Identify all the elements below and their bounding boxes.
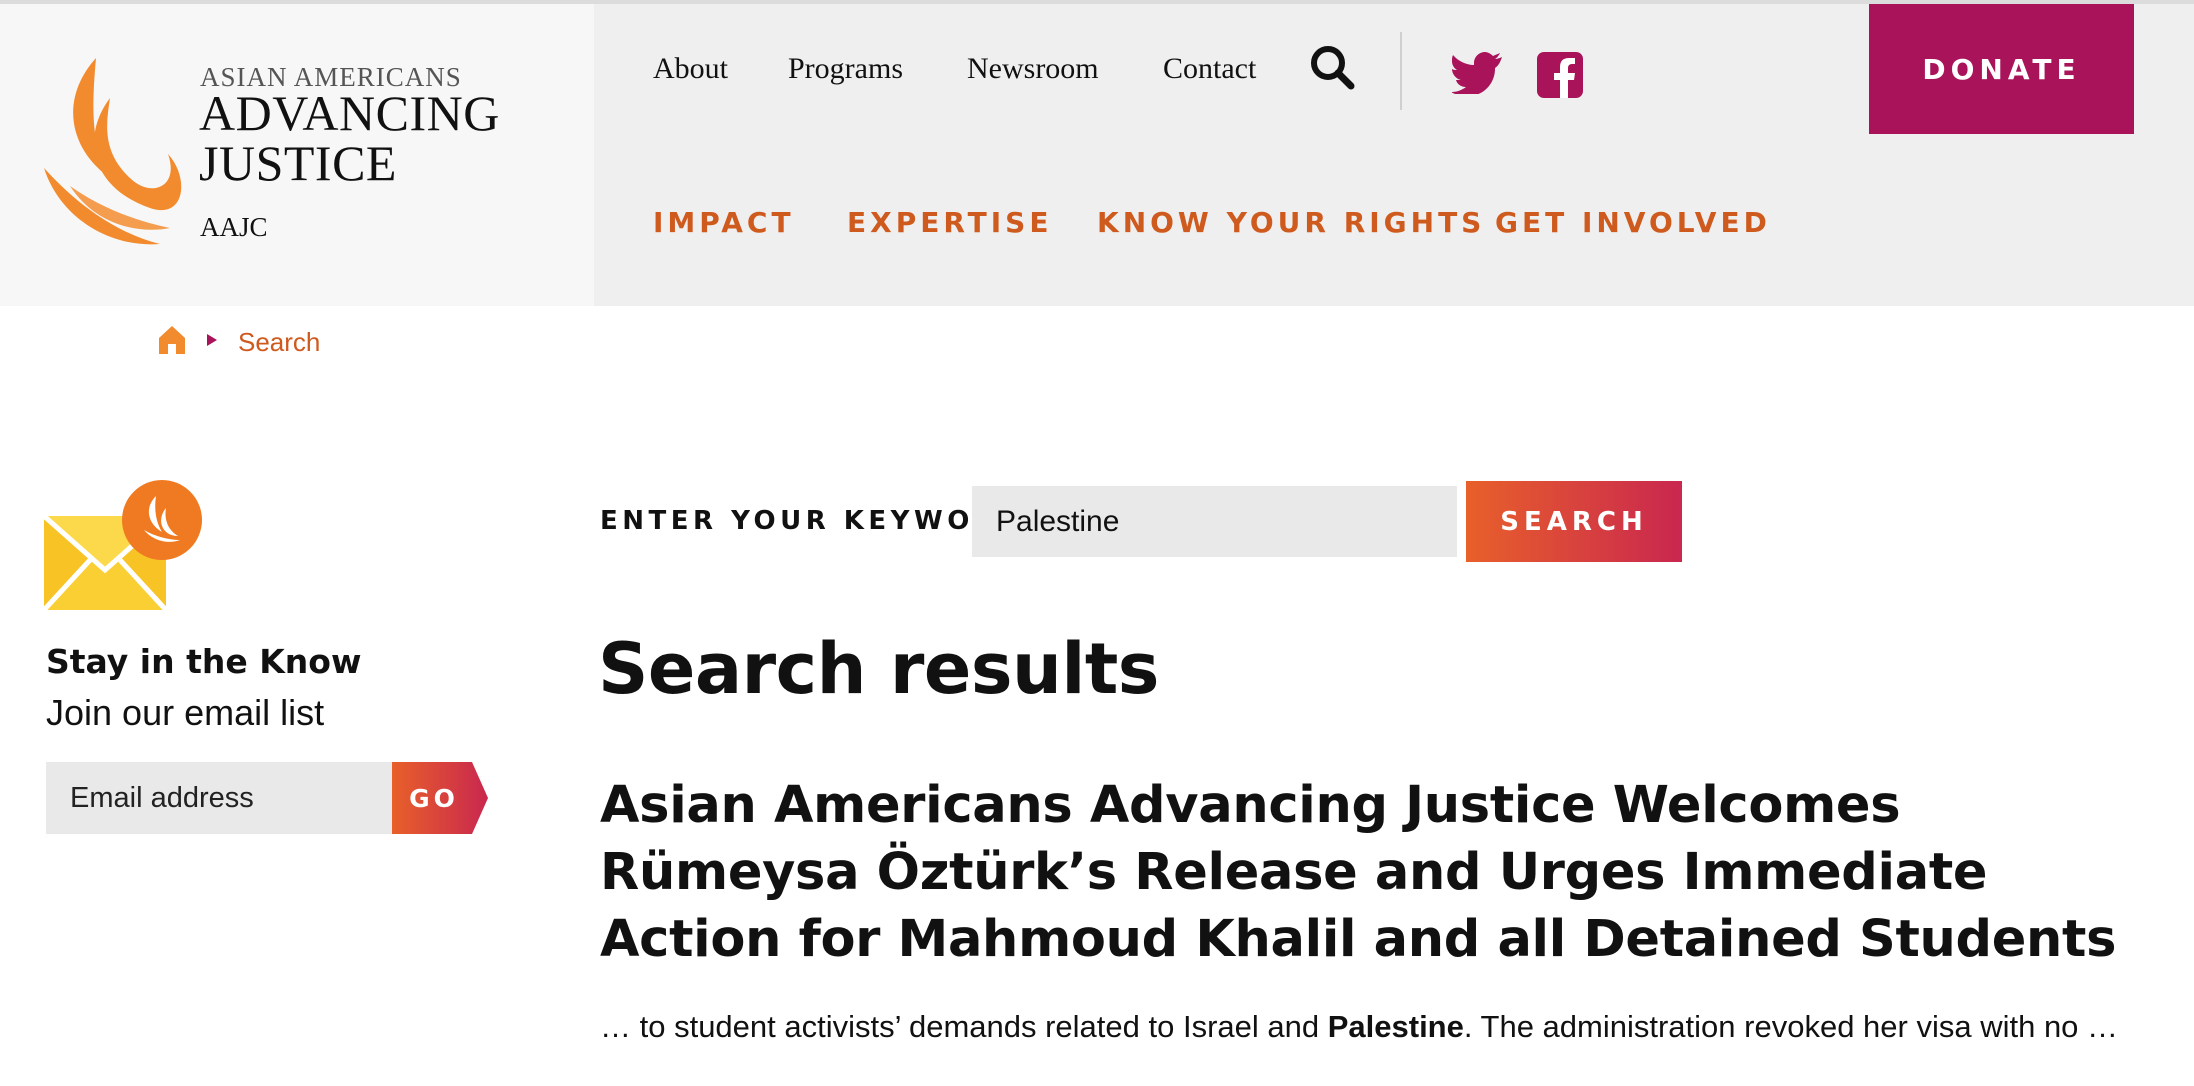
- search-input[interactable]: [972, 486, 1457, 557]
- logo-title-line-2: JUSTICE: [199, 135, 397, 191]
- nav-link-programs[interactable]: Programs: [788, 52, 903, 86]
- main-nav-expertise[interactable]: EXPERTISE: [847, 206, 1052, 239]
- main-nav-impact[interactable]: IMPACT: [653, 206, 795, 239]
- search-icon[interactable]: [1309, 44, 1355, 90]
- donate-button[interactable]: DONATE: [1869, 4, 2134, 134]
- newsletter-title: Stay in the Know: [46, 642, 362, 681]
- nav-link-newsroom[interactable]: Newsroom: [967, 52, 1099, 86]
- page-title: Search results: [598, 628, 1159, 710]
- twitter-icon[interactable]: [1452, 52, 1502, 94]
- snippet-text-before: … to student activists’ demands related …: [600, 1009, 1328, 1044]
- envelope-icon: [44, 480, 202, 612]
- snippet-highlight: Palestine: [1327, 1009, 1464, 1044]
- search-button[interactable]: SEARCH: [1466, 481, 1682, 562]
- nav-link-about[interactable]: About: [653, 52, 728, 86]
- nav-divider: [1400, 32, 1402, 110]
- facebook-icon[interactable]: [1537, 52, 1583, 98]
- logo-title-line-1: ADVANCING: [199, 85, 500, 141]
- result-title-link[interactable]: Asian Americans Advancing Justice Welcom…: [600, 772, 2160, 973]
- go-button[interactable]: [392, 762, 488, 834]
- result-snippet: … to student activists’ demands related …: [600, 1002, 2160, 1052]
- home-icon[interactable]: [159, 326, 185, 354]
- breadcrumb-current[interactable]: Search: [238, 327, 320, 358]
- snippet-text-after: . The administration revoked her visa wi…: [1463, 1009, 2119, 1044]
- main-nav-know-your-rights[interactable]: KNOW YOUR RIGHTS: [1097, 206, 1485, 239]
- logo-abbreviation: AAJC: [200, 212, 268, 242]
- flame-logo-icon[interactable]: [40, 58, 190, 248]
- email-field[interactable]: [46, 762, 393, 834]
- main-nav-get-involved[interactable]: GET INVOLVED: [1495, 206, 1771, 239]
- nav-link-contact[interactable]: Contact: [1163, 52, 1256, 86]
- newsletter-subtitle: Join our email list: [46, 692, 325, 733]
- breadcrumb-separator-icon: [207, 334, 217, 346]
